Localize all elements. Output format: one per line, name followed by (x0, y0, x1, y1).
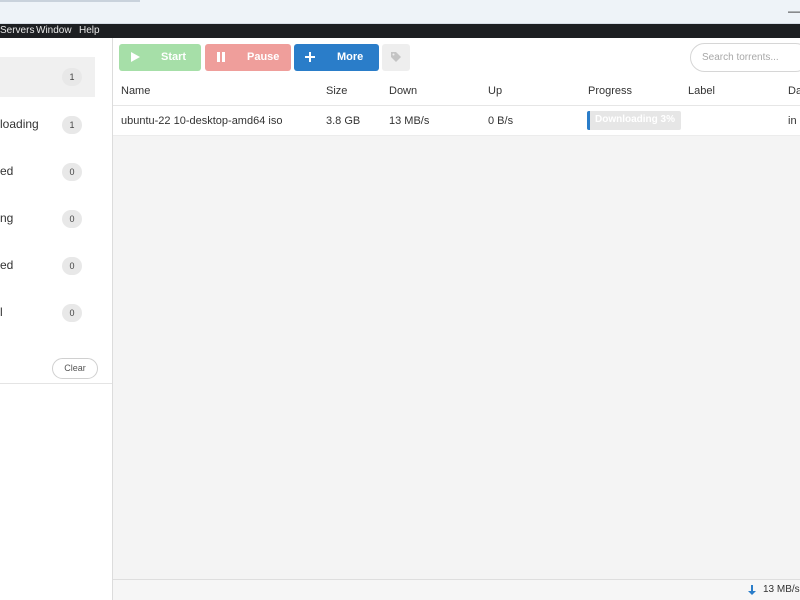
play-icon (131, 52, 140, 62)
clear-button[interactable]: Clear (52, 358, 98, 379)
torrent-date: in a (788, 115, 800, 127)
tag-icon (391, 52, 401, 62)
column-header-label[interactable]: Label (688, 85, 715, 97)
sidebar-item-4[interactable]: ng 0 (0, 199, 95, 239)
label-button[interactable] (382, 44, 410, 71)
status-bar: 13 MB/s (113, 579, 800, 600)
menu-window[interactable]: Window (36, 24, 72, 38)
total-down-speed: 13 MB/s (763, 584, 800, 595)
torrent-size: 3.8 GB (326, 115, 361, 127)
sidebar-item-label: loading (0, 117, 39, 131)
count-badge: 0 (62, 210, 82, 228)
count-badge: 1 (62, 116, 82, 134)
start-button[interactable]: Start (119, 44, 201, 71)
torrent-up-speed: 0 B/s (488, 115, 514, 127)
menu-bar: Servers Window Help (0, 24, 800, 38)
menu-help[interactable]: Help (79, 24, 100, 38)
column-header-down[interactable]: Down (389, 85, 417, 97)
column-header-name[interactable]: Name (121, 85, 150, 97)
sidebar-item-all[interactable]: 1 (0, 57, 95, 97)
torrent-list: Name Size Down Up Progress Label Da ubun… (113, 76, 800, 579)
progress-text: Downloading 3% (595, 114, 675, 125)
column-header-up[interactable]: Up (488, 85, 502, 97)
count-badge: 0 (62, 163, 82, 181)
arrow-down-icon (748, 585, 756, 595)
pause-button[interactable]: Pause (205, 44, 291, 71)
more-button-label: More (337, 51, 364, 63)
progress-bar: Downloading 3% (587, 111, 681, 130)
window-titlebar: — (0, 0, 800, 24)
sidebar-item-6[interactable]: l 0 (0, 293, 95, 333)
count-badge: 0 (62, 257, 82, 275)
sidebar-item-label: l (0, 305, 3, 319)
sidebar-item-label: ng (0, 211, 14, 225)
sidebar-item-label: ed (0, 258, 14, 272)
count-badge: 0 (62, 304, 82, 322)
sidebar-item-3[interactable]: ed 0 (0, 152, 95, 192)
sidebar-divider (0, 383, 112, 384)
progress-fill (587, 111, 590, 130)
minimize-button[interactable]: — (788, 4, 800, 18)
search-input[interactable] (690, 43, 800, 72)
sidebar: 1 loading 1 ed 0 ng 0 ed 0 l 0 Clear (0, 38, 113, 600)
more-button[interactable]: More (294, 44, 379, 71)
sidebar-item-downloading[interactable]: loading 1 (0, 105, 95, 145)
column-header-size[interactable]: Size (326, 85, 347, 97)
table-row[interactable]: ubuntu-22 10-desktop-amd64 iso 3.8 GB 13… (113, 106, 800, 136)
column-header-date[interactable]: Da (788, 85, 800, 97)
plus-icon (305, 52, 315, 62)
menu-servers[interactable]: Servers (0, 24, 34, 38)
start-button-label: Start (161, 51, 187, 63)
sidebar-item-label: ed (0, 164, 14, 178)
pause-icon (217, 52, 225, 62)
toolbar: Start Pause More (113, 38, 800, 76)
column-header-progress[interactable]: Progress (588, 85, 632, 97)
torrent-down-speed: 13 MB/s (389, 115, 430, 127)
count-badge: 1 (62, 68, 82, 86)
table-header: Name Size Down Up Progress Label Da (113, 76, 800, 106)
torrent-name: ubuntu-22 10-desktop-amd64 iso (121, 115, 283, 127)
pause-button-label: Pause (247, 51, 280, 63)
titlebar-edge (0, 0, 140, 2)
sidebar-item-5[interactable]: ed 0 (0, 246, 95, 286)
